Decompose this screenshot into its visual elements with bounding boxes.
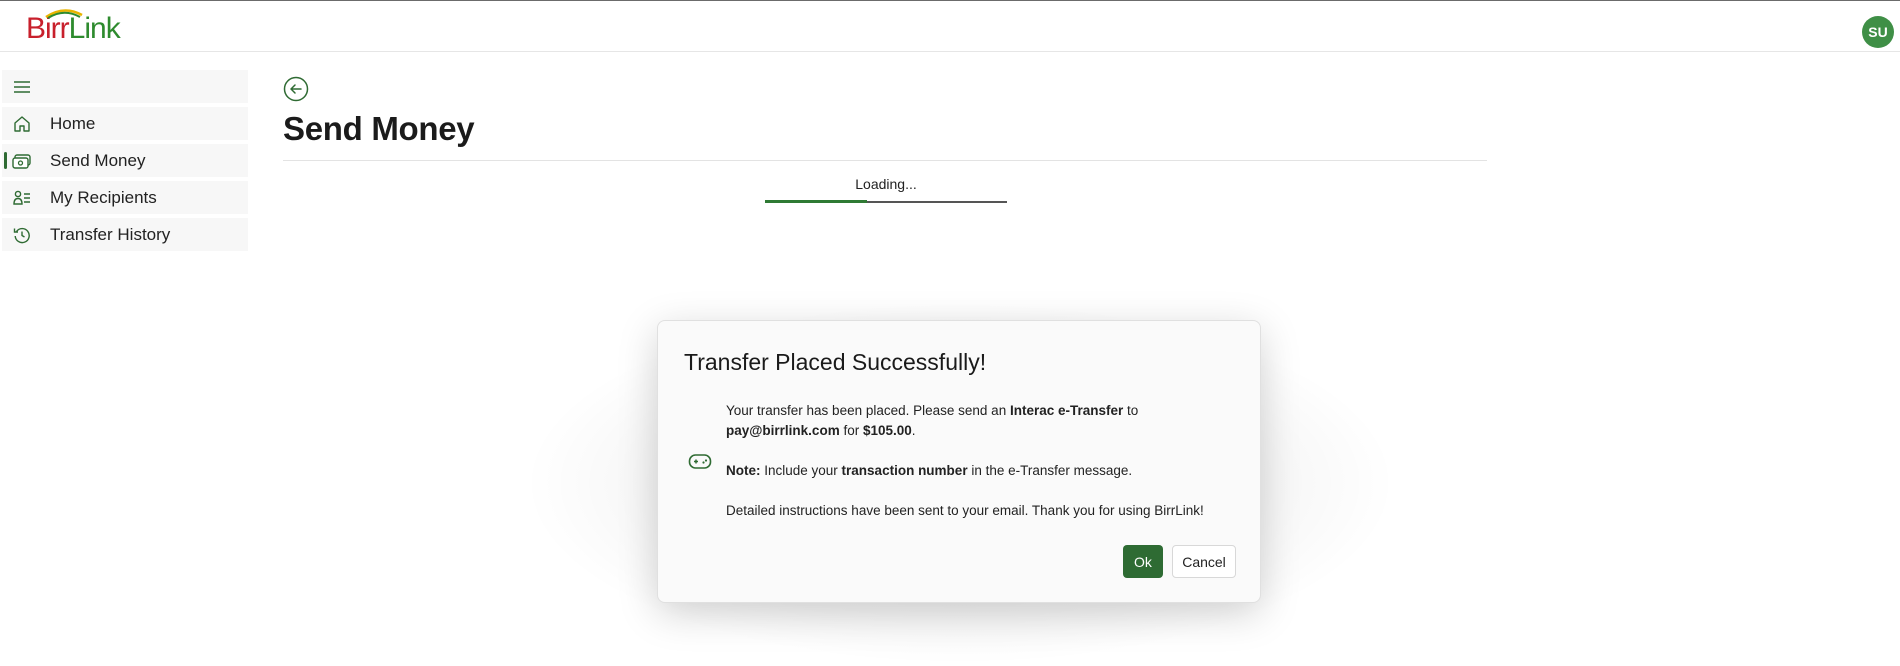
- sidebar-item-home[interactable]: Home: [2, 107, 248, 140]
- logo-arc-icon: [45, 9, 83, 19]
- instruction-text: Your transfer has been placed. Please se…: [726, 403, 1010, 418]
- sidebar-menu-toggle[interactable]: [2, 70, 248, 103]
- sidebar: Home Send Money My Recipients Transfer H…: [2, 70, 248, 255]
- page-title: Send Money: [283, 110, 475, 147]
- transfer-success-dialog: Transfer Placed Successfully! Your trans…: [657, 320, 1261, 603]
- sidebar-item-label: Send Money: [50, 150, 146, 170]
- ok-button[interactable]: Ok: [1123, 545, 1163, 578]
- sidebar-item-label: Home: [50, 113, 96, 133]
- instruction-text: to: [1123, 403, 1139, 418]
- sidebar-item-label: Transfer History: [50, 224, 171, 244]
- history-icon: [12, 225, 32, 245]
- dialog-body: Your transfer has been placed. Please se…: [726, 401, 1246, 541]
- sidebar-item-transfer-history[interactable]: Transfer History: [2, 218, 248, 251]
- dialog-title: Transfer Placed Successfully!: [684, 349, 987, 375]
- title-divider: [283, 160, 1487, 161]
- note-label: Note:: [726, 463, 761, 478]
- home-icon: [12, 114, 32, 134]
- transfer-amount: $105.00: [862, 423, 912, 438]
- closing-message: Detailed instructions have been sent to …: [726, 503, 1204, 518]
- user-avatar[interactable]: SU: [1862, 16, 1894, 48]
- recipients-icon: [12, 188, 32, 208]
- transfer-note: Note: Include your transaction number in…: [726, 461, 1246, 481]
- loading-indicator: Loading...: [765, 176, 1007, 203]
- loading-progress-fill: [765, 200, 867, 203]
- cancel-button[interactable]: Cancel: [1172, 545, 1236, 578]
- hamburger-menu-icon[interactable]: [12, 77, 32, 97]
- money-icon: [12, 151, 32, 171]
- sidebar-item-send-money[interactable]: Send Money: [2, 144, 248, 177]
- interac-label: Interac e-Transfer: [1009, 403, 1124, 418]
- arrow-left-circle-icon[interactable]: [283, 76, 309, 102]
- note-text: in the e-Transfer message.: [967, 463, 1133, 478]
- loading-progress-track: [765, 200, 1007, 203]
- transfer-instructions: Your transfer has been placed. Please se…: [726, 401, 1246, 441]
- instruction-text: .: [911, 423, 916, 438]
- back-button[interactable]: [283, 76, 309, 102]
- gamepad-icon: [688, 454, 712, 469]
- note-text: Include your: [760, 463, 842, 478]
- birrlink-logo[interactable]: BirrLink: [26, 9, 121, 47]
- main-content: Send Money Loading...: [283, 76, 1487, 203]
- sidebar-item-my-recipients[interactable]: My Recipients: [2, 181, 248, 214]
- payment-email: pay@birrlink.com: [726, 423, 840, 438]
- sidebar-item-label: My Recipients: [50, 187, 157, 207]
- instruction-text: for: [839, 423, 863, 438]
- loading-text: Loading...: [855, 176, 917, 192]
- transaction-number-label: transaction number: [841, 463, 968, 478]
- top-bar: BirrLink SU: [0, 0, 1900, 52]
